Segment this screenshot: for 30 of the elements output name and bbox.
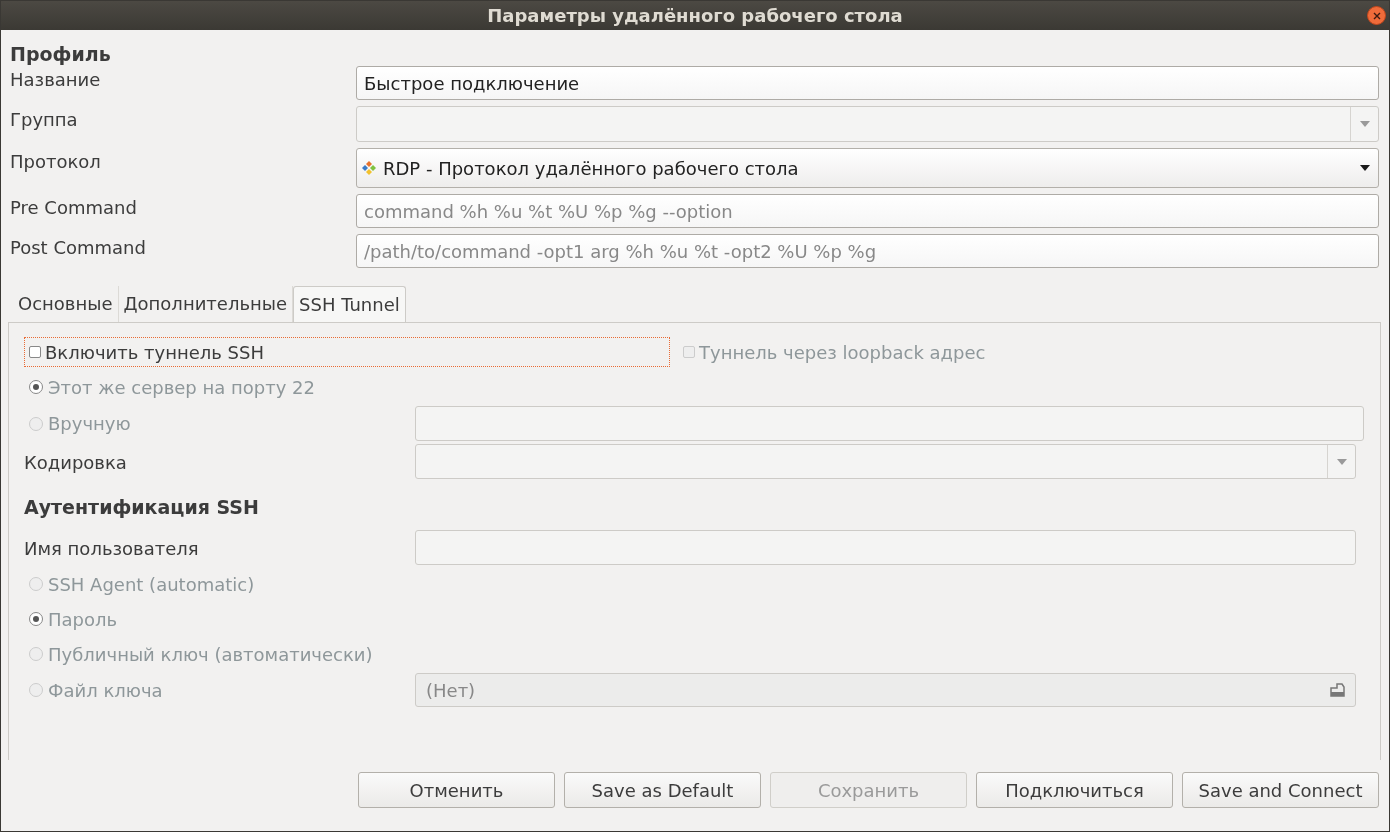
field-label: Протокол [10, 150, 102, 174]
text-field[interactable]: Быстрое подключение [356, 66, 1379, 100]
window-title: Параметры удалённого рабочего стола [487, 5, 903, 26]
text-field[interactable]: command %h %u %t %U %p %g --option [356, 194, 1379, 228]
field-label: Группа [10, 108, 79, 132]
field-label: Post Command [10, 236, 147, 260]
dropdown-arrow-icon [1360, 165, 1370, 171]
field-label: Название [10, 68, 102, 92]
dropdown-arrow-icon [1336, 458, 1347, 465]
dialog-button[interactable]: Подключиться [976, 772, 1173, 808]
folder-icon [1329, 682, 1347, 698]
dialog-button[interactable]: Save and Connect [1182, 772, 1379, 808]
section-heading: Профиль [10, 42, 112, 66]
tab[interactable]: SSH Tunnel [293, 286, 406, 322]
text-field[interactable]: /path/to/command -opt1 arg %h %u %t -opt2 %U %p %g [356, 234, 1379, 268]
protocol-icon [361, 160, 377, 176]
close-icon [1371, 10, 1382, 21]
close-button[interactable] [1367, 6, 1386, 25]
dialog-button[interactable]: Отменить [358, 772, 555, 808]
checkbox-option[interactable]: Туннель через loopback адрес [678, 337, 991, 367]
tab[interactable]: Основные [13, 286, 119, 322]
section-heading: Аутентификация SSH [24, 495, 259, 519]
dialog-button[interactable]: Save as Default [564, 772, 761, 808]
field-label: Имя пользователя [24, 536, 200, 561]
protocol-dropdown[interactable]: RDP - Протокол удалённого рабочего стола [356, 148, 1379, 188]
field-label: Кодировка [24, 450, 128, 475]
dropdown-arrow-icon [1359, 121, 1370, 127]
text-field[interactable] [415, 406, 1364, 441]
field-label: Pre Command [10, 196, 138, 220]
checkbox-option[interactable]: Включить туннель SSH [24, 337, 670, 367]
